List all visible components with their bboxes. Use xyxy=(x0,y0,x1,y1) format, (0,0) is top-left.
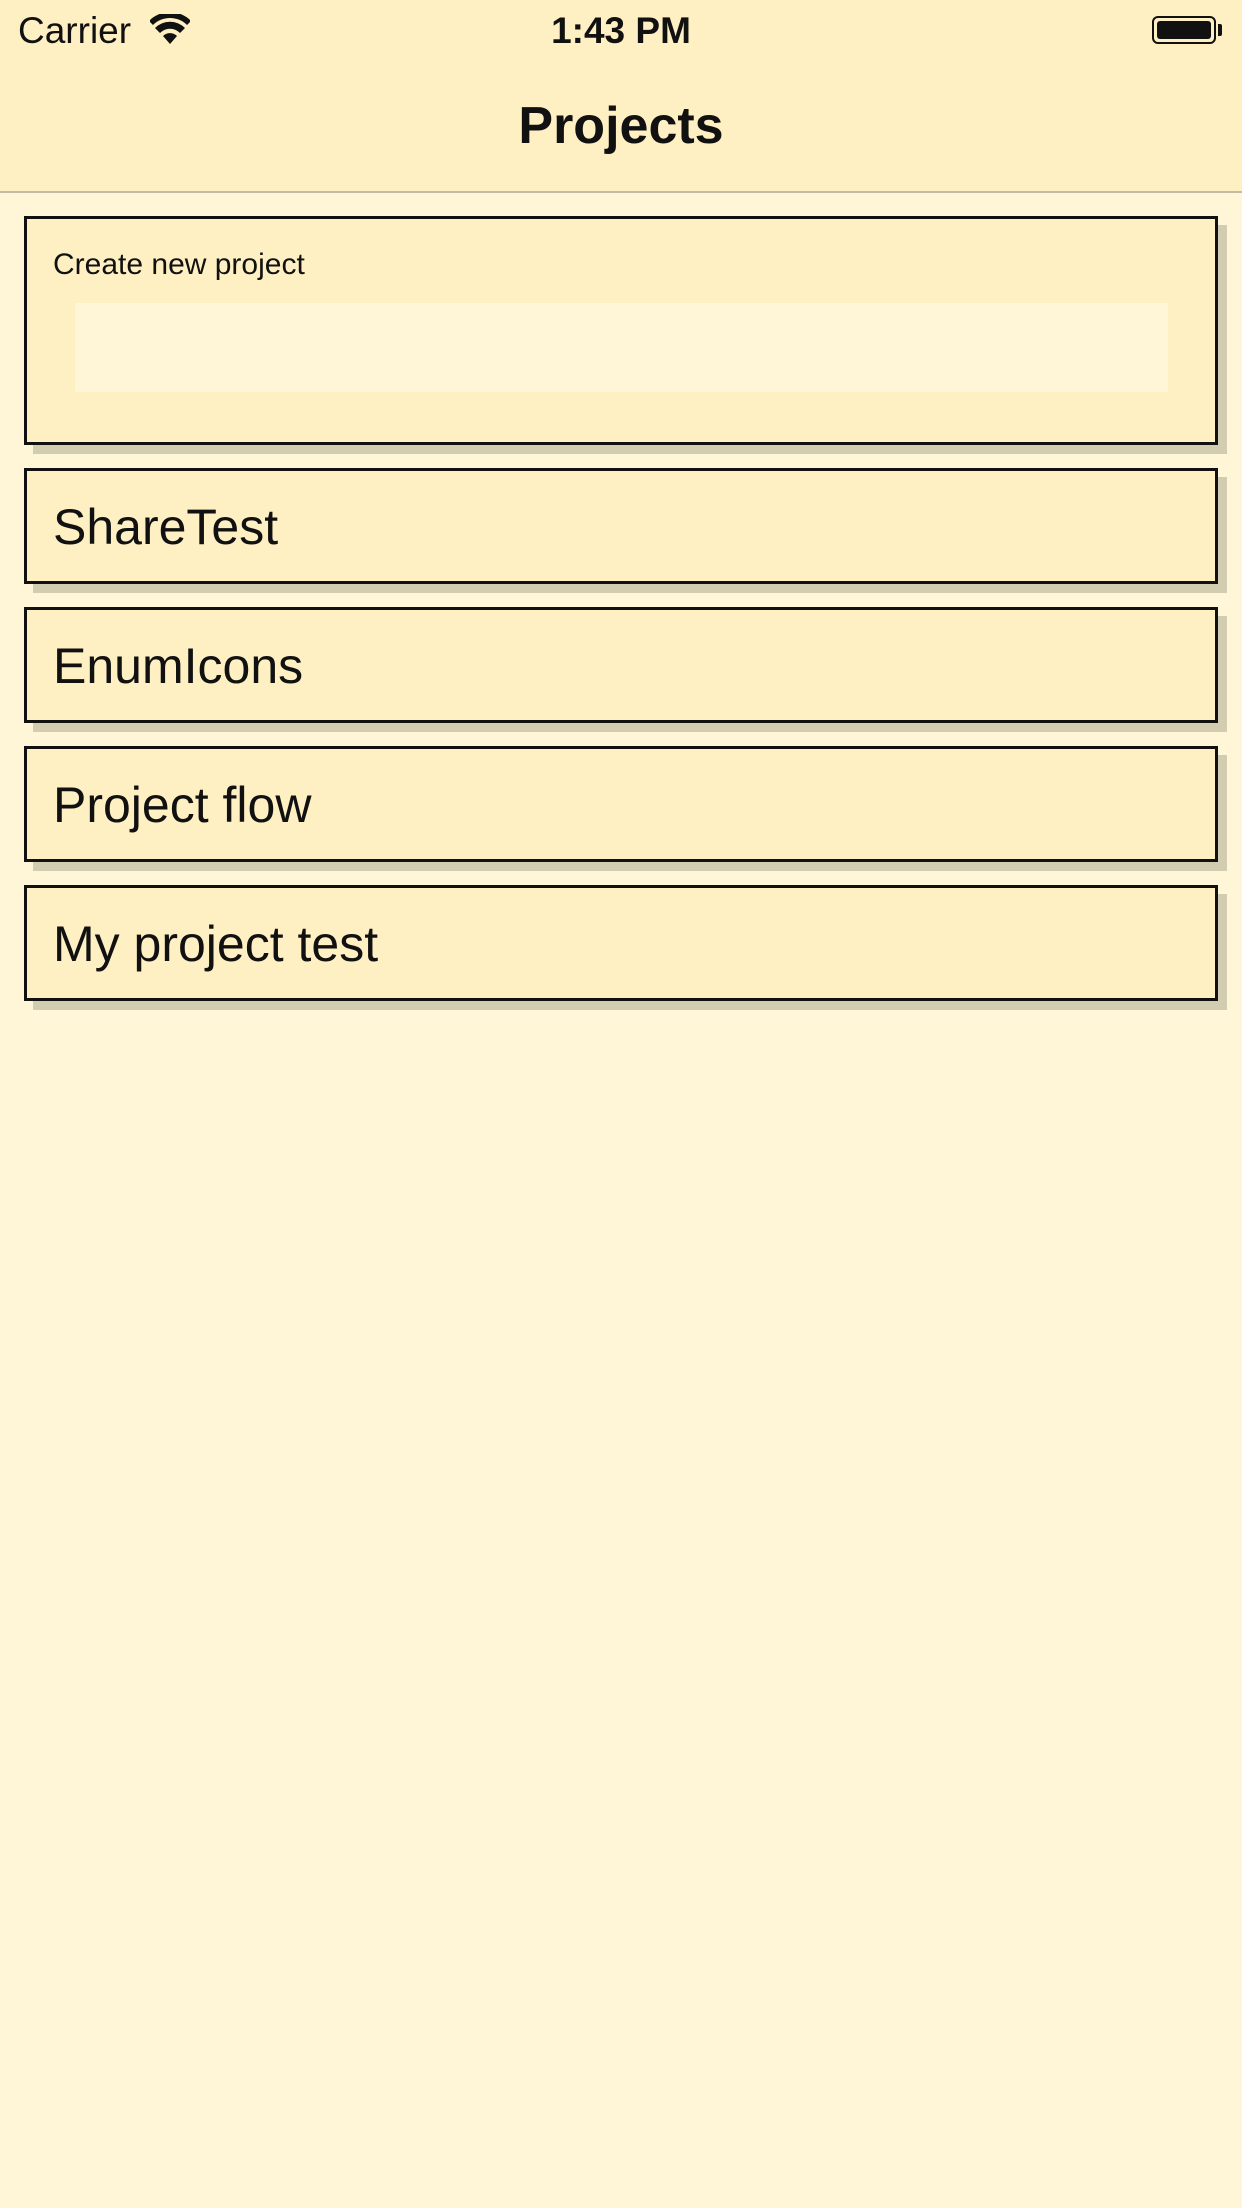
status-time: 1:43 PM xyxy=(551,10,691,51)
project-row-sharetest[interactable]: ShareTest xyxy=(24,468,1218,584)
project-name: EnumIcons xyxy=(53,638,304,694)
project-name: My project test xyxy=(53,916,379,972)
project-row-enumicons[interactable]: EnumIcons xyxy=(24,607,1218,723)
project-row-project-flow[interactable]: Project flow xyxy=(24,746,1218,862)
project-row-my-project-test[interactable]: My project test xyxy=(24,885,1218,1001)
project-name: Project flow xyxy=(53,777,312,833)
status-bar: Carrier 1:43 PM xyxy=(0,0,1242,62)
battery-tip xyxy=(1218,24,1222,36)
create-project-card: Create new project xyxy=(24,216,1218,445)
battery-icon xyxy=(1152,16,1216,44)
project-name: ShareTest xyxy=(53,499,279,555)
create-project-label: Create new project xyxy=(53,248,305,281)
navigation-bar: Projects xyxy=(0,62,1242,193)
page-title: Projects xyxy=(518,97,724,155)
new-project-name-input[interactable] xyxy=(75,303,1168,392)
